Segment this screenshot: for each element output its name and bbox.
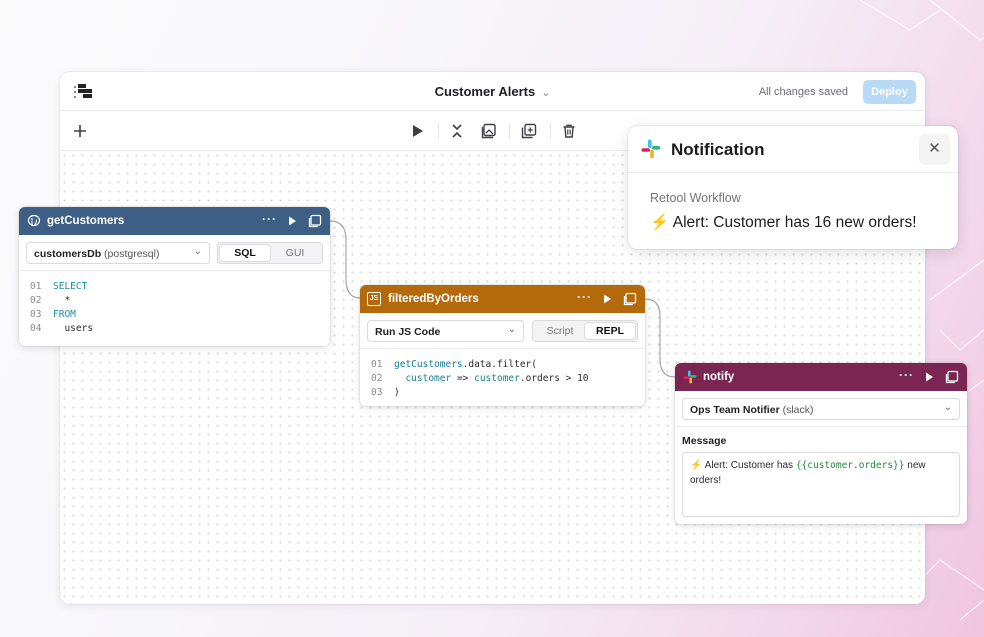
message-line2: orders! bbox=[690, 475, 722, 486]
code-text: * bbox=[53, 295, 71, 306]
message-label: Message bbox=[682, 435, 727, 447]
resource-name: customersDb bbox=[34, 248, 102, 260]
resource-select[interactable]: Ops Team Notifier (slack) ⌄ bbox=[682, 398, 960, 420]
more-options-icon[interactable]: ··· bbox=[262, 213, 276, 228]
code-line: 01 getCustomers.data.filter( bbox=[360, 358, 645, 372]
image-icon[interactable] bbox=[623, 292, 637, 306]
block-name: getCustomers bbox=[47, 215, 125, 227]
notification-title: Notification bbox=[671, 140, 765, 159]
connector-getcustomers-filtered bbox=[329, 220, 361, 299]
code-editor[interactable]: 01 getCustomers.data.filter( 02 customer … bbox=[360, 348, 645, 406]
code-text: users bbox=[53, 323, 94, 334]
run-block-icon[interactable] bbox=[285, 214, 299, 228]
divider bbox=[675, 426, 967, 427]
code-text: .orders > 10 bbox=[519, 373, 589, 384]
code-line: 03 FROM bbox=[19, 308, 330, 322]
mode-sql-tab[interactable]: SQL bbox=[220, 245, 270, 261]
code-line: 04 users bbox=[19, 322, 330, 336]
block-name: notify bbox=[703, 371, 735, 383]
resource-type: (slack) bbox=[782, 404, 814, 416]
code-text: => bbox=[451, 373, 475, 384]
slack-icon bbox=[641, 139, 661, 159]
mode-gui-tab[interactable]: GUI bbox=[270, 245, 320, 261]
notification-message-text: Alert: Customer has 16 new orders! bbox=[672, 214, 917, 231]
code-editor[interactable]: 01 SELECT 02 * 03 FROM 04 users bbox=[19, 270, 330, 346]
code-text: .data.filter( bbox=[462, 359, 537, 370]
line-number: 02 bbox=[30, 295, 42, 306]
javascript-icon: JS bbox=[367, 292, 381, 306]
resource-select[interactable]: Run JS Code ⌄ bbox=[367, 320, 524, 342]
code-line: 03) bbox=[360, 386, 645, 400]
mode-repl-tab[interactable]: REPL bbox=[585, 323, 635, 339]
more-options-icon[interactable]: ··· bbox=[899, 369, 913, 384]
line-number: 02 bbox=[371, 373, 383, 384]
code-line: 01 SELECT bbox=[19, 280, 330, 294]
run-block-icon[interactable] bbox=[922, 370, 936, 384]
resource-row: customersDb (postgresql) ⌄ SQL GUI bbox=[26, 242, 323, 264]
mode-toggle: SQL GUI bbox=[217, 242, 323, 264]
code-text: ) bbox=[394, 387, 400, 398]
notification-source: Retool Workflow bbox=[650, 191, 741, 205]
code-identifier: getCustomers bbox=[394, 359, 463, 370]
image-icon[interactable] bbox=[308, 214, 322, 228]
code-identifier: customer bbox=[405, 373, 452, 384]
block-name: filteredByOrders bbox=[388, 293, 479, 305]
notification-message: ⚡ Alert: Customer has 16 new orders! bbox=[650, 213, 917, 232]
message-prefix: ⚡ Alert: Customer has bbox=[690, 460, 796, 471]
resource-select[interactable]: customersDb (postgresql) ⌄ bbox=[26, 242, 210, 264]
block-filteredbyorders[interactable]: JS filteredByOrders ··· Run JS Code ⌄ Sc… bbox=[360, 285, 645, 406]
lightning-icon: ⚡ bbox=[650, 214, 670, 231]
line-number: 04 bbox=[30, 323, 42, 334]
code-text: FROM bbox=[53, 309, 76, 320]
chevron-down-icon: ⌄ bbox=[507, 324, 516, 335]
image-icon[interactable] bbox=[945, 370, 959, 384]
resource-type: (postgresql) bbox=[104, 248, 160, 260]
slack-icon bbox=[683, 370, 697, 384]
code-line: 02 * bbox=[19, 294, 330, 308]
mode-toggle: Script REPL bbox=[532, 320, 638, 342]
message-input[interactable]: ⚡ Alert: Customer has {{customer.orders}… bbox=[682, 452, 960, 517]
code-identifier: customer bbox=[474, 373, 520, 384]
line-number: 03 bbox=[30, 309, 42, 320]
resource-row: Run JS Code ⌄ Script REPL bbox=[367, 320, 638, 342]
chevron-down-icon: ⌄ bbox=[943, 402, 952, 413]
resource-name: Run JS Code bbox=[375, 326, 441, 338]
code-text: SELECT bbox=[53, 281, 88, 292]
line-number: 01 bbox=[30, 281, 42, 292]
resource-name: Ops Team Notifier bbox=[690, 404, 780, 416]
block-header: getCustomers ··· bbox=[19, 207, 330, 235]
connector-filtered-notify bbox=[644, 298, 676, 378]
notification-header: Notification ✕ bbox=[628, 126, 958, 173]
chevron-down-icon: ⌄ bbox=[193, 246, 202, 257]
line-number: 03 bbox=[371, 387, 383, 398]
code-line: 02 customer => customer.orders > 10 bbox=[360, 372, 645, 386]
more-options-icon[interactable]: ··· bbox=[577, 291, 591, 306]
resource-row: Ops Team Notifier (slack) ⌄ bbox=[682, 398, 960, 420]
slack-notification-card: Notification ✕ Retool Workflow ⚡ Alert: … bbox=[628, 126, 958, 249]
block-getcustomers[interactable]: getCustomers ··· customersDb (postgresql… bbox=[19, 207, 330, 346]
block-header: JS filteredByOrders ··· bbox=[360, 285, 645, 313]
message-template-variable: {{customer.orders}} bbox=[795, 460, 905, 471]
postgresql-icon bbox=[27, 214, 41, 227]
line-number: 01 bbox=[371, 359, 383, 370]
mode-script-tab[interactable]: Script bbox=[535, 323, 585, 339]
message-suffix: new bbox=[904, 460, 926, 471]
block-header: notify ··· bbox=[675, 363, 967, 391]
block-notify[interactable]: notify ··· Ops Team Notifier (slack) ⌄ M… bbox=[675, 363, 967, 524]
close-icon[interactable]: ✕ bbox=[919, 134, 950, 165]
run-block-icon[interactable] bbox=[600, 292, 614, 306]
